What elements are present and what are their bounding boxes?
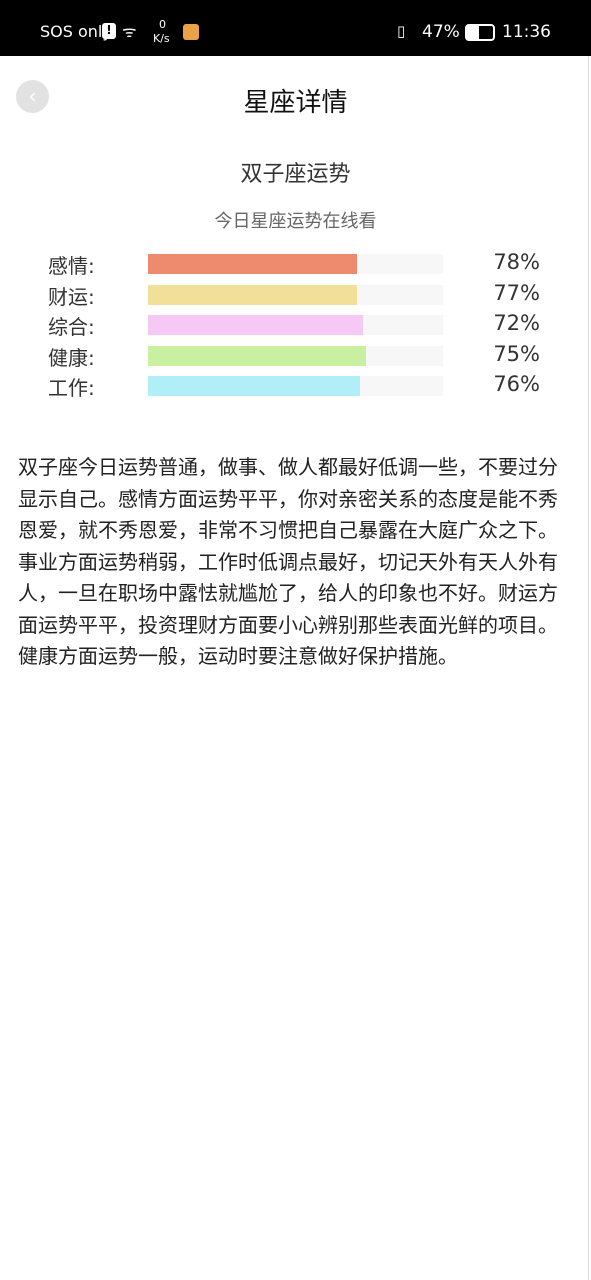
vibrate-icon: ▯ (397, 22, 406, 40)
bar-label: 感情: (48, 254, 95, 278)
scrollbar[interactable] (588, 56, 589, 1280)
fortune-bar-row: 健康: 75% (48, 342, 548, 372)
alert-icon: ! (102, 23, 116, 39)
fortune-bar-row: 财运: 77% (48, 281, 548, 311)
net-speed-value: 0 (159, 18, 166, 31)
bar-percent: 78% (493, 250, 540, 274)
bar-percent: 72% (493, 311, 540, 335)
bar-fill (148, 345, 367, 366)
bar-track (148, 254, 443, 274)
bar-percent: 76% (493, 372, 540, 396)
sign-title: 双子座运势 (240, 162, 351, 187)
bar-track (148, 284, 443, 305)
bar-track (148, 376, 443, 396)
bar-track (148, 315, 443, 335)
battery-icon (465, 24, 495, 41)
bar-fill (148, 284, 358, 305)
fortune-bar-row: 工作: 76% (48, 372, 548, 402)
status-bar: SOS only ! ᯤ 0 K/s ▯ 47% 11:36 (0, 0, 591, 56)
bar-label: 综合: (48, 315, 95, 339)
bar-label: 财运: (48, 284, 95, 309)
bar-fill (148, 254, 358, 274)
clock: 11:36 (502, 22, 551, 42)
page-title: 星座详情 (243, 88, 348, 118)
bar-fill (148, 315, 364, 335)
fortune-description: 双子座今日运势普通，做事、做人都最好低调一些，不要过分显示自己。感情方面运势平平… (18, 455, 558, 668)
fortune-bar-row: 综合: 72% (48, 311, 548, 341)
wifi-icon: ᯤ (122, 22, 137, 41)
fortune-bar-row: 感情: 78% (48, 250, 548, 280)
bar-label: 工作: (48, 376, 95, 400)
bar-percent: 77% (493, 280, 540, 305)
battery-percent: 47% (422, 22, 460, 42)
bar-percent: 75% (493, 341, 540, 366)
header: ‹ 星座详情 (0, 56, 591, 140)
bar-label: 健康: (48, 345, 95, 370)
net-speed-unit: K/s (153, 32, 170, 45)
app-notification-icon (183, 24, 199, 40)
subtitle: 今日星座运势在线看 (214, 211, 377, 232)
bar-fill (148, 376, 361, 396)
bar-track (148, 345, 443, 366)
